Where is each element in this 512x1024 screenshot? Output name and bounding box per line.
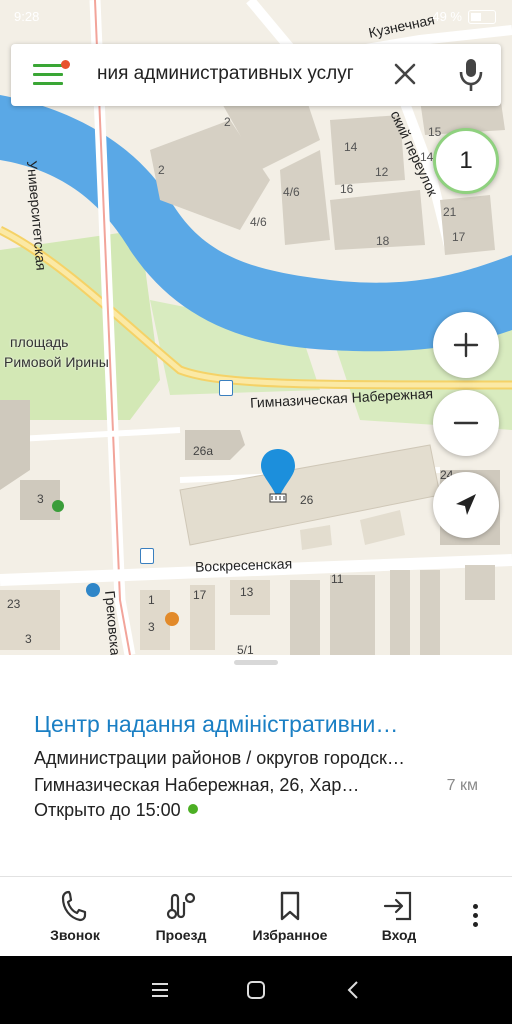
battery-icon [468, 10, 496, 24]
route-icon [166, 892, 196, 920]
more-dot-icon [472, 922, 478, 927]
tram-stop-icon[interactable] [140, 548, 154, 564]
house-number: 1 [148, 593, 155, 607]
back-button[interactable] [342, 978, 366, 1002]
clear-search-button[interactable] [389, 58, 421, 90]
menu-line [33, 73, 63, 76]
house-number: 26а [193, 444, 214, 458]
voice-search-button[interactable] [454, 56, 488, 94]
status-time: 9:28 [14, 9, 40, 24]
place-address: Гимназическая Набережная, 26, Хар… [34, 775, 360, 795]
system-navigation-bar [0, 956, 512, 1024]
house-number: 17 [452, 230, 466, 244]
hours-text: Открыто до 15:00 [34, 800, 181, 820]
more-dot-icon [472, 913, 478, 918]
results-count: 1 [459, 147, 473, 174]
house-number: 23 [7, 597, 21, 611]
place-hours: Открыто до 15:00 [34, 800, 198, 821]
my-location-button[interactable] [433, 472, 499, 538]
pharmacy-icon[interactable] [52, 500, 64, 512]
search-input[interactable]: ния административных услуг [97, 63, 387, 85]
bus-stop-icon[interactable] [219, 380, 233, 396]
house-number: 3 [148, 620, 155, 634]
house-number: 16 [340, 182, 354, 196]
map-label-square: площадь Римовой Ирины [4, 332, 109, 372]
more-options-button[interactable] [462, 901, 488, 935]
menu-line [33, 82, 63, 85]
place-marker-pin[interactable] [260, 448, 296, 504]
house-number: 14 [420, 150, 434, 164]
house-number: 17 [193, 588, 207, 602]
menu-lines-icon [152, 983, 168, 997]
house-number: 14 [344, 140, 358, 154]
house-number: 2 [224, 115, 231, 129]
call-button[interactable]: Звонок [30, 877, 120, 957]
search-bar[interactable]: ния административных услуг [11, 44, 501, 106]
route-label: Проезд [155, 927, 207, 943]
poi-shield-icon[interactable] [86, 583, 100, 597]
home-button[interactable] [244, 978, 268, 1002]
entrance-button[interactable]: Вход [354, 877, 444, 957]
house-number: 4/6 [250, 215, 267, 229]
entrance-label: Вход [381, 927, 417, 943]
square-label-line2: Римовой Ирины [4, 354, 109, 370]
house-number: 3 [37, 492, 44, 506]
entrance-icon [383, 891, 412, 921]
back-arrow-icon [347, 981, 358, 999]
close-icon [394, 63, 416, 85]
notification-dot-icon [61, 60, 70, 69]
house-number: 11 [331, 572, 344, 586]
restaurant-icon[interactable] [165, 612, 179, 626]
place-category: Администрации районов / округов городск… [34, 748, 405, 768]
place-title[interactable]: Центр надання адміністративни… [34, 711, 398, 738]
house-number: 18 [376, 234, 390, 248]
house-number: 13 [240, 585, 254, 599]
house-number: 12 [375, 165, 389, 179]
results-count-button[interactable]: 1 [433, 128, 499, 194]
zoom-in-button[interactable] [433, 312, 499, 378]
house-number: 21 [443, 205, 457, 219]
house-number: 4/6 [283, 185, 300, 199]
phone-icon [61, 890, 87, 922]
recent-apps-button[interactable] [148, 978, 172, 1002]
map-pin-icon [261, 449, 295, 503]
minus-icon [453, 421, 479, 425]
house-number: 5/1 [237, 643, 254, 655]
favorite-button[interactable]: Избранное [240, 877, 340, 957]
house-number: 26 [300, 493, 314, 507]
place-distance: 7 км [446, 777, 478, 794]
place-card[interactable]: Центр надання адміністративни… Администр… [0, 655, 512, 876]
home-square-icon [247, 981, 265, 999]
open-status-dot-icon [187, 804, 198, 814]
more-dot-icon [472, 904, 478, 909]
action-bar: Звонок Проезд Избранное Вход [0, 876, 512, 957]
call-label: Звонок [50, 927, 100, 943]
map-label-voskresenskaya: Воскресенская [194, 555, 293, 575]
square-label-line1: площадь [10, 334, 69, 350]
sheet-drag-handle[interactable] [234, 660, 278, 665]
house-number: 2 [158, 163, 165, 177]
status-bar: 9:28 49 % [0, 0, 512, 34]
bookmark-icon [280, 891, 300, 921]
zoom-out-button[interactable] [433, 390, 499, 456]
menu-line [33, 64, 63, 67]
plus-icon [453, 332, 479, 358]
house-number: 3 [25, 632, 32, 646]
favorite-label: Избранное [252, 927, 328, 943]
battery-percent: 49 % [432, 9, 462, 24]
microphone-icon [459, 59, 483, 91]
route-button[interactable]: Проезд [136, 877, 226, 957]
navigation-arrow-icon [456, 494, 476, 515]
house-number: 15 [428, 125, 442, 139]
